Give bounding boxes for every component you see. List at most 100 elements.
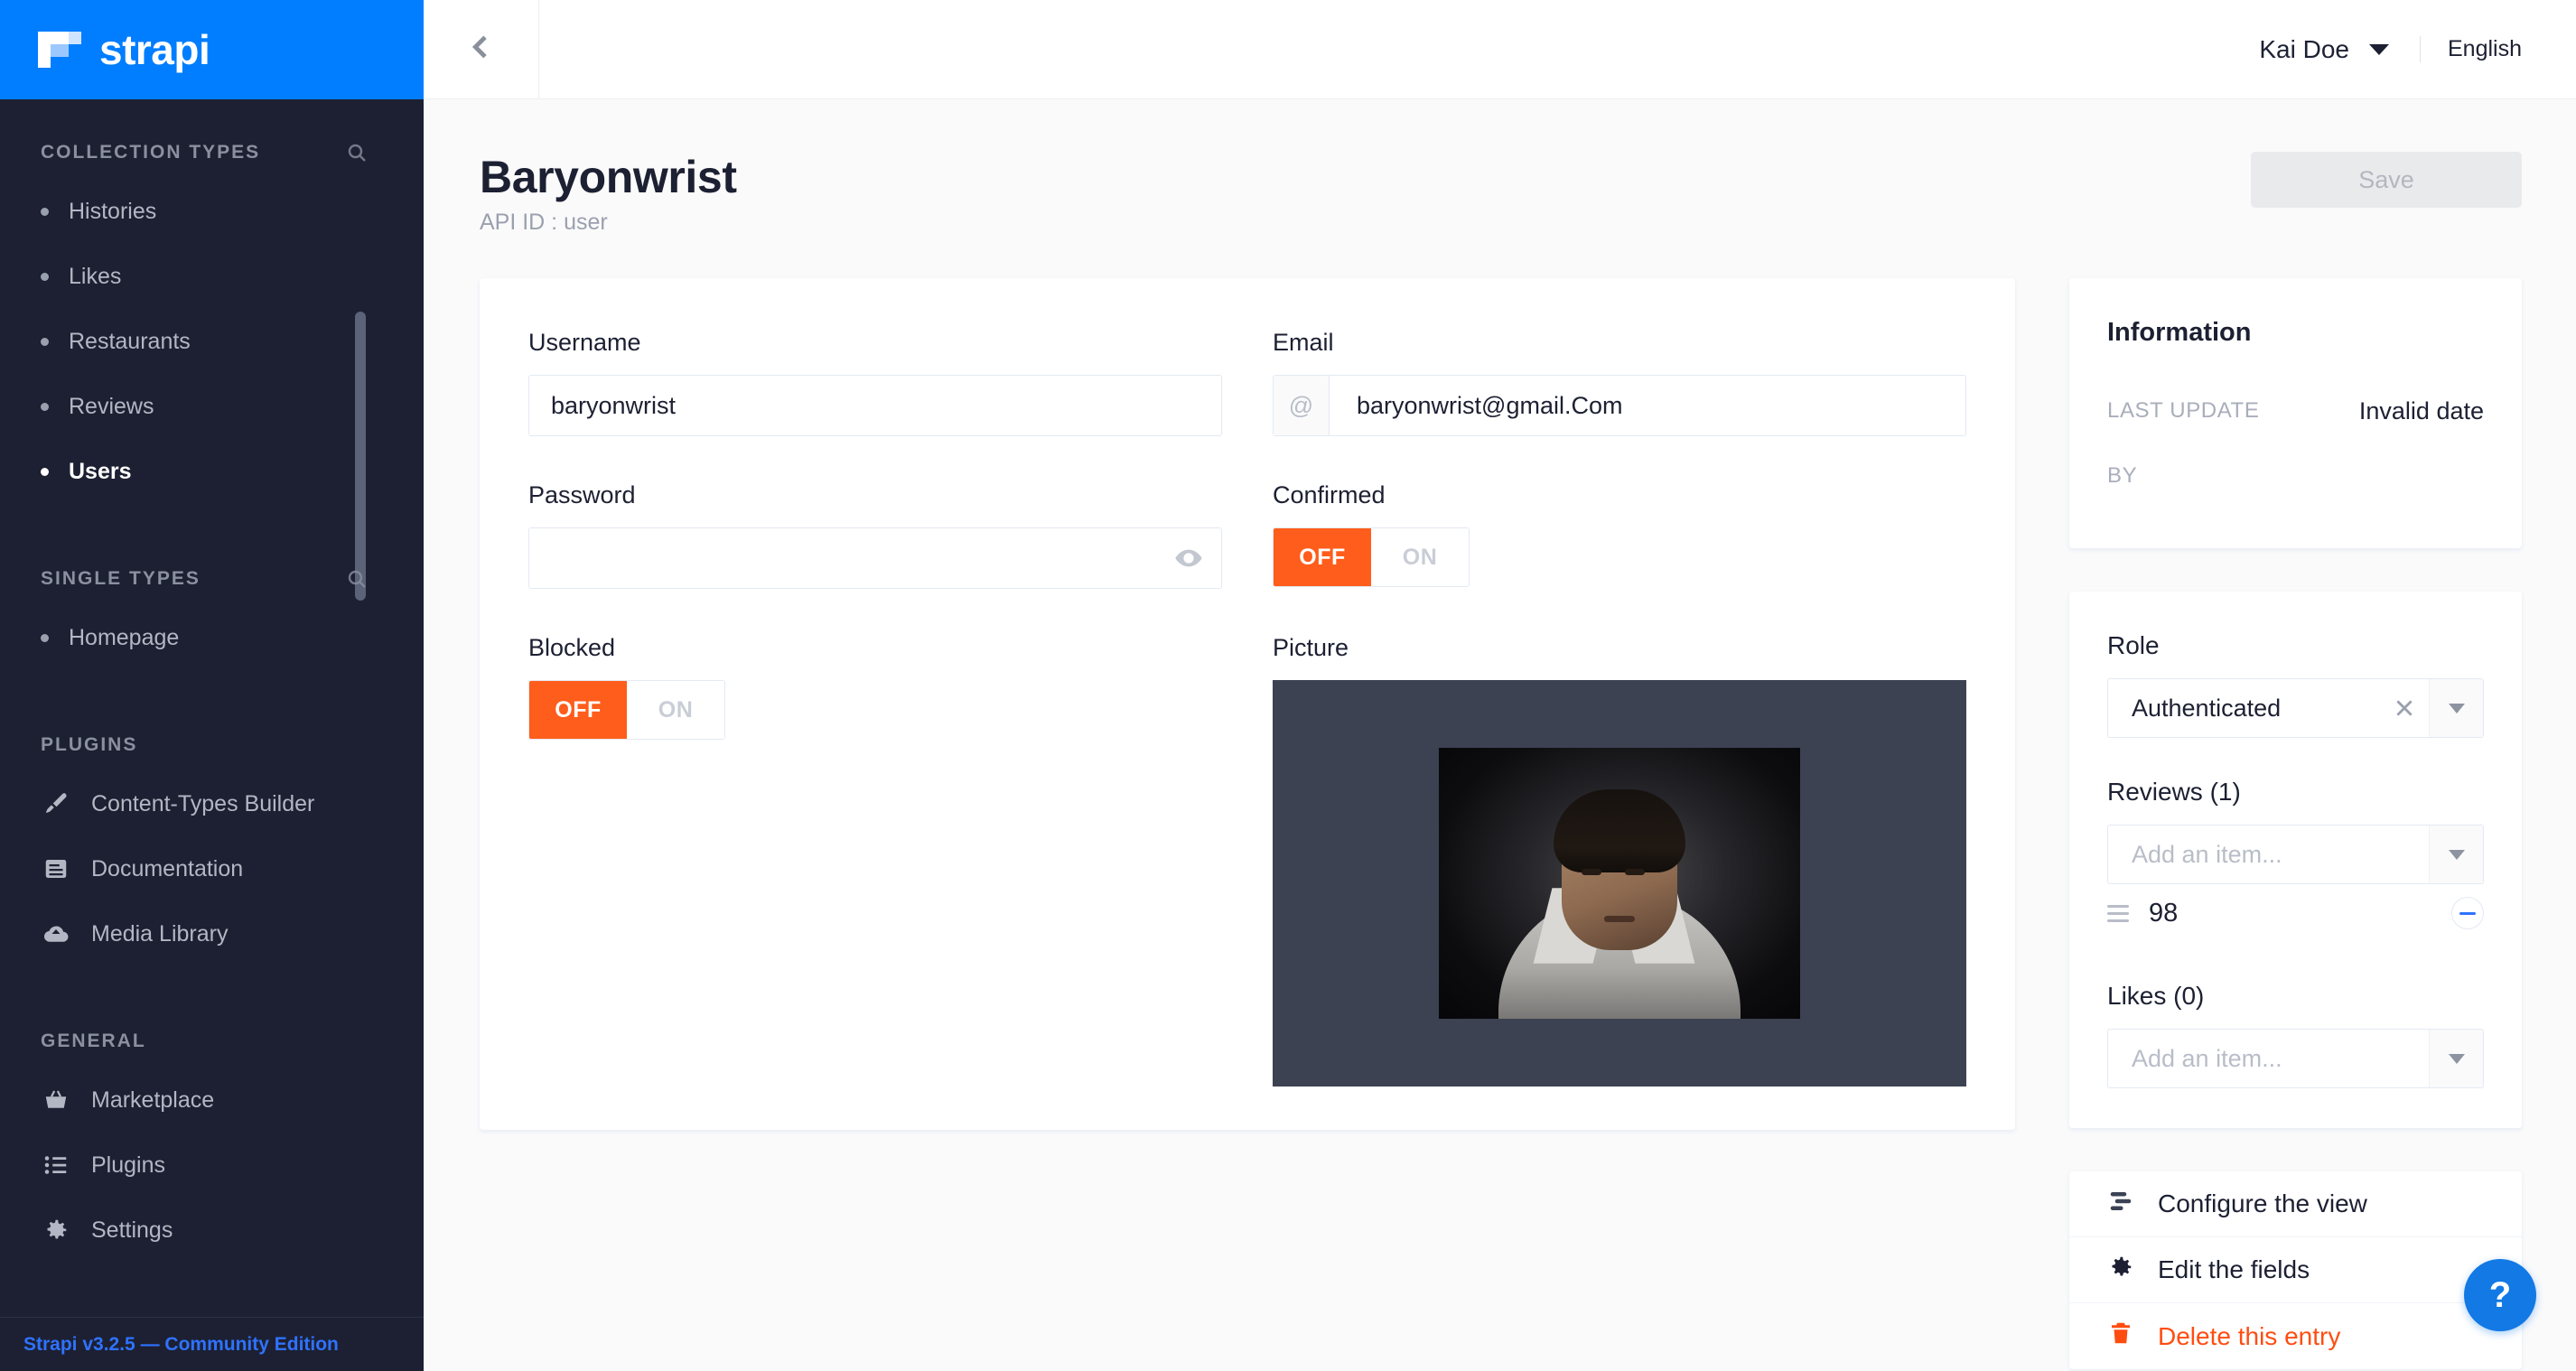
- single-types-list: Homepage: [0, 605, 424, 670]
- sidebar-item-settings[interactable]: Settings: [0, 1198, 424, 1263]
- trash-icon: [2107, 1320, 2134, 1353]
- close-icon[interactable]: [2380, 696, 2429, 720]
- edit-the-fields-button[interactable]: Edit the fields: [2069, 1237, 2522, 1303]
- field-label-picture: Picture: [1273, 634, 1966, 662]
- info-key-by: BY: [2107, 463, 2137, 489]
- chevron-down-icon[interactable]: [2429, 825, 2483, 883]
- field-blocked: Blocked OFF ON: [528, 634, 1222, 1087]
- chevron-left-icon: [467, 33, 496, 66]
- form-row-3: Blocked OFF ON Picture: [528, 634, 1966, 1087]
- sidebar-item-label: Media Library: [91, 921, 228, 947]
- email-value: baryonwrist@gmail.Com: [1330, 392, 1965, 420]
- field-label-confirmed: Confirmed: [1273, 481, 1966, 509]
- bullet-icon: [41, 403, 49, 411]
- api-id-label: API ID : user: [480, 210, 737, 236]
- field-confirmed: Confirmed OFF ON: [1273, 481, 1966, 589]
- confirmed-toggle-on[interactable]: ON: [1371, 528, 1469, 586]
- info-row-by: BY: [2107, 443, 2484, 508]
- username-value: baryonwrist: [551, 392, 676, 420]
- sidebar-item-histories[interactable]: Histories: [0, 179, 424, 244]
- sidebar-item-content-types-builder[interactable]: Content-Types Builder: [0, 771, 424, 836]
- portrait-eye-right: [1625, 869, 1645, 875]
- chevron-down-icon: [2369, 44, 2389, 55]
- section-header-collection-types: COLLECTION TYPES: [0, 130, 424, 175]
- configure-the-view-button[interactable]: Configure the view: [2069, 1171, 2522, 1237]
- blocked-toggle-on[interactable]: ON: [627, 681, 724, 739]
- info-key-last-update: LAST UPDATE: [2107, 398, 2259, 424]
- field-picture: Picture: [1273, 634, 1966, 1087]
- role-select[interactable]: Authenticated: [2107, 678, 2484, 738]
- side-column: Information LAST UPDATE Invalid date BY …: [2015, 278, 2522, 1369]
- search-icon[interactable]: [346, 142, 368, 163]
- sidebar-scrollbar[interactable]: [355, 312, 366, 601]
- sidebar-item-label: Likes: [69, 264, 121, 290]
- eye-icon[interactable]: [1174, 544, 1203, 573]
- password-input[interactable]: [528, 527, 1222, 589]
- field-label-password: Password: [528, 481, 1222, 509]
- picture-preview[interactable]: [1273, 680, 1966, 1087]
- sidebar-item-plugins[interactable]: Plugins: [0, 1133, 424, 1198]
- page-header: Baryonwrist API ID : user Save: [424, 99, 2576, 236]
- chevron-down-icon[interactable]: [2429, 679, 2483, 737]
- email-input[interactable]: @ baryonwrist@gmail.Com: [1273, 375, 1966, 436]
- delete-this-entry-button[interactable]: Delete this entry: [2069, 1303, 2522, 1369]
- info-row-last-update: LAST UPDATE Invalid date: [2107, 378, 2484, 443]
- sidebar-item-likes[interactable]: Likes: [0, 244, 424, 309]
- drag-handle-icon[interactable]: [2107, 905, 2129, 922]
- section-title-label: GENERAL: [41, 1031, 146, 1052]
- cloud-upload-icon: [41, 919, 71, 949]
- reviews-select[interactable]: Add an item...: [2107, 825, 2484, 884]
- blocked-toggle[interactable]: OFF ON: [528, 680, 725, 740]
- sidebar-footer-version[interactable]: Strapi v3.2.5 — Community Edition: [0, 1317, 424, 1371]
- reviews-placeholder: Add an item...: [2108, 841, 2429, 869]
- list-item[interactable]: 98: [2107, 884, 2484, 942]
- sidebar-item-documentation[interactable]: Documentation: [0, 836, 424, 901]
- top-bar: Kai Doe English: [424, 0, 2576, 99]
- search-icon[interactable]: [346, 568, 368, 590]
- save-button[interactable]: Save: [2251, 152, 2522, 208]
- blocked-toggle-off[interactable]: OFF: [529, 681, 627, 739]
- information-title: Information: [2107, 318, 2484, 348]
- page-title: Baryonwrist: [480, 152, 737, 202]
- sidebar-item-label: Histories: [69, 199, 156, 225]
- shopping-basket-icon: [41, 1085, 71, 1115]
- sidebar-item-marketplace[interactable]: Marketplace: [0, 1068, 424, 1133]
- relation-block-reviews: Reviews (1) Add an item... 98: [2107, 778, 2484, 942]
- likes-select[interactable]: Add an item...: [2107, 1029, 2484, 1088]
- book-icon: [41, 853, 71, 884]
- entry-form-card: Username baryonwrist Email @ baryonwrist…: [480, 278, 2015, 1130]
- language-selector[interactable]: English: [2420, 36, 2522, 62]
- information-card: Information LAST UPDATE Invalid date BY: [2069, 278, 2522, 548]
- confirmed-toggle-off[interactable]: OFF: [1274, 528, 1371, 586]
- role-value: Authenticated: [2108, 695, 2380, 723]
- user-menu-button[interactable]: Kai Doe: [2259, 35, 2420, 64]
- bullet-icon: [41, 468, 49, 476]
- main-area: Kai Doe English Baryonwrist API ID : use…: [424, 0, 2576, 1371]
- topbar-right-group: Kai Doe English: [2259, 35, 2576, 64]
- back-button[interactable]: [424, 0, 539, 99]
- reviews-item-value: 98: [2149, 899, 2431, 928]
- relation-block-role: Role Authenticated: [2107, 631, 2484, 738]
- sidebar-item-label: Content-Types Builder: [91, 791, 314, 817]
- brand-name: strapi: [99, 25, 210, 74]
- main-sidebar: strapi COLLECTION TYPES Histories Likes: [0, 0, 424, 1371]
- username-input[interactable]: baryonwrist: [528, 375, 1222, 436]
- sidebar-item-homepage[interactable]: Homepage: [0, 605, 424, 670]
- sidebar-item-label: Users: [69, 459, 132, 485]
- sidebar-item-label: Homepage: [69, 625, 179, 651]
- sidebar-item-media-library[interactable]: Media Library: [0, 901, 424, 966]
- sidebar-item-label: Reviews: [69, 394, 154, 420]
- form-column: Username baryonwrist Email @ baryonwrist…: [480, 278, 2015, 1130]
- field-label-blocked: Blocked: [528, 634, 1222, 662]
- gear-icon: [2107, 1254, 2134, 1287]
- help-icon[interactable]: ?: [2464, 1259, 2536, 1331]
- action-label: Delete this entry: [2158, 1322, 2340, 1351]
- form-row-2: Password Confirmed OFF ON: [528, 481, 1966, 634]
- form-row-1: Username baryonwrist Email @ baryonwrist…: [528, 329, 1966, 481]
- relation-block-likes: Likes (0) Add an item...: [2107, 982, 2484, 1088]
- chevron-down-icon[interactable]: [2429, 1030, 2483, 1087]
- bullet-icon: [41, 273, 49, 281]
- brand-header[interactable]: strapi: [0, 0, 424, 99]
- confirmed-toggle[interactable]: OFF ON: [1273, 527, 1470, 587]
- minus-circle-icon[interactable]: [2451, 897, 2484, 929]
